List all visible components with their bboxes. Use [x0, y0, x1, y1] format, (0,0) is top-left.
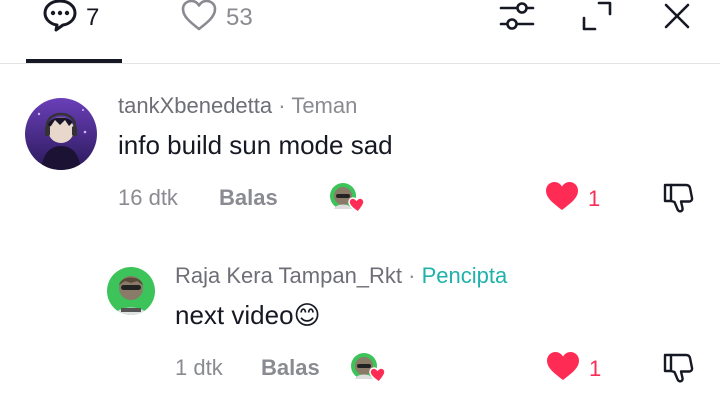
heart-filled-icon: [544, 180, 580, 218]
like-button[interactable]: 1: [544, 180, 600, 218]
dislike-button[interactable]: [661, 351, 695, 390]
comment-text: info build sun mode sad: [118, 130, 393, 160]
expand-button[interactable]: [577, 0, 617, 36]
avatar[interactable]: [25, 98, 97, 170]
reply-footer: 1 dtk: [175, 355, 223, 381]
meta-separator: ·: [408, 263, 416, 288]
like-button[interactable]: 1: [545, 350, 601, 388]
comment-meta: tankXbenedetta · Teman: [118, 93, 357, 119]
close-button[interactable]: [657, 0, 697, 36]
creator-liked-badge: [328, 182, 366, 214]
like-count: 1: [589, 356, 602, 381]
comment-username[interactable]: tankXbenedetta: [118, 93, 272, 118]
tab-comments[interactable]: 7: [42, 0, 99, 36]
reply-text: next video😊: [175, 300, 321, 330]
reply-label: Balas: [219, 185, 278, 210]
creator-liked-badge: [349, 352, 387, 384]
heart-outline-icon: [180, 0, 218, 39]
meta-separator: ·: [278, 93, 286, 118]
likes-count: 53: [226, 4, 253, 31]
like-count: 1: [588, 186, 601, 211]
close-icon: [662, 1, 692, 36]
reply-label: Balas: [261, 355, 320, 380]
comment-bubble-icon: [42, 0, 78, 39]
reply-time: 1 dtk: [175, 355, 223, 380]
comment-tabs: 7 53: [0, 0, 720, 64]
header-divider: [0, 63, 720, 64]
avatar[interactable]: [107, 267, 155, 315]
filter-button[interactable]: [497, 0, 537, 36]
dislike-button[interactable]: [661, 181, 695, 220]
heart-filled-icon: [545, 350, 581, 388]
comment-time: 16 dtk: [118, 185, 178, 210]
reply-button[interactable]: Balas: [261, 355, 320, 381]
sliders-icon: [498, 0, 536, 38]
expand-icon: [580, 0, 614, 38]
reply-button[interactable]: Balas: [219, 185, 278, 211]
thumbs-down-icon: [661, 353, 695, 389]
reply-username[interactable]: Raja Kera Tampan_Rkt: [175, 263, 402, 288]
comment-footer: 16 dtk: [118, 185, 178, 211]
thumbs-down-icon: [661, 183, 695, 219]
friend-tag: Teman: [291, 93, 358, 118]
tab-likes[interactable]: 53: [180, 0, 253, 36]
comments-count: 7: [86, 4, 100, 31]
creator-tag: Pencipta: [421, 263, 508, 288]
reply-meta: Raja Kera Tampan_Rkt · Pencipta: [175, 263, 507, 289]
